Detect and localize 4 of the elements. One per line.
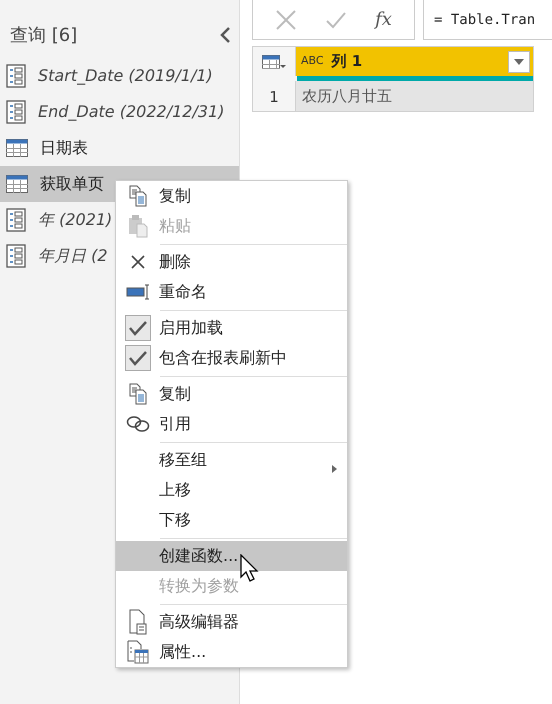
type-label: ABC bbox=[301, 53, 324, 70]
table-cell: 农历八月廿五 bbox=[296, 81, 533, 111]
column-label: 列 1 bbox=[332, 51, 362, 72]
pane-title: 查询 [6] bbox=[10, 24, 78, 48]
